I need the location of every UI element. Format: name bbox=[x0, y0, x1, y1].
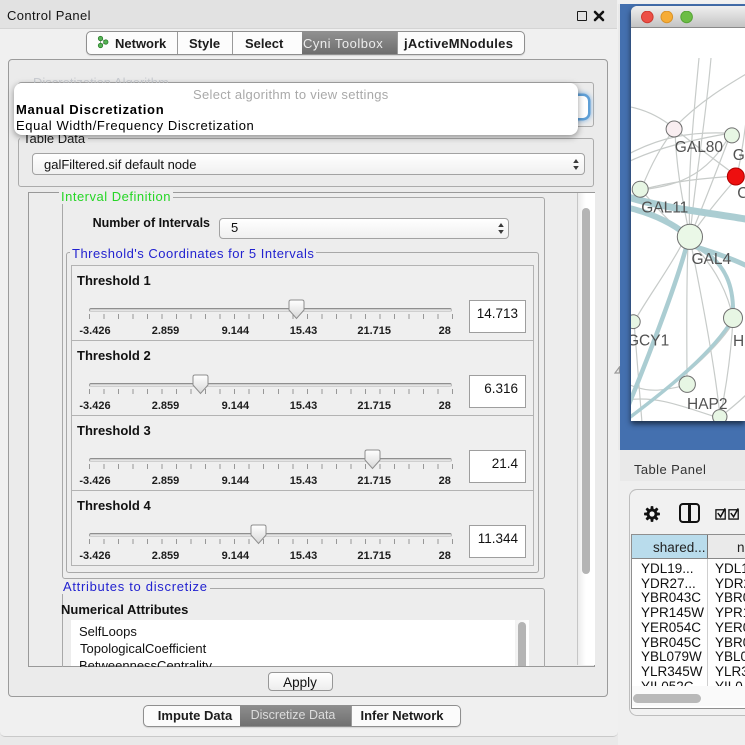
svg-text:GAL80: GAL80 bbox=[675, 139, 724, 156]
svg-text:C: C bbox=[737, 185, 745, 202]
svg-text:GCY1: GCY1 bbox=[631, 333, 669, 350]
svg-text:GA: GA bbox=[733, 147, 745, 164]
svg-text:GAL11: GAL11 bbox=[641, 200, 688, 217]
svg-text:HAP2: HAP2 bbox=[687, 396, 728, 413]
svg-text:GAL4: GAL4 bbox=[692, 251, 732, 268]
svg-text:H: H bbox=[733, 333, 744, 350]
